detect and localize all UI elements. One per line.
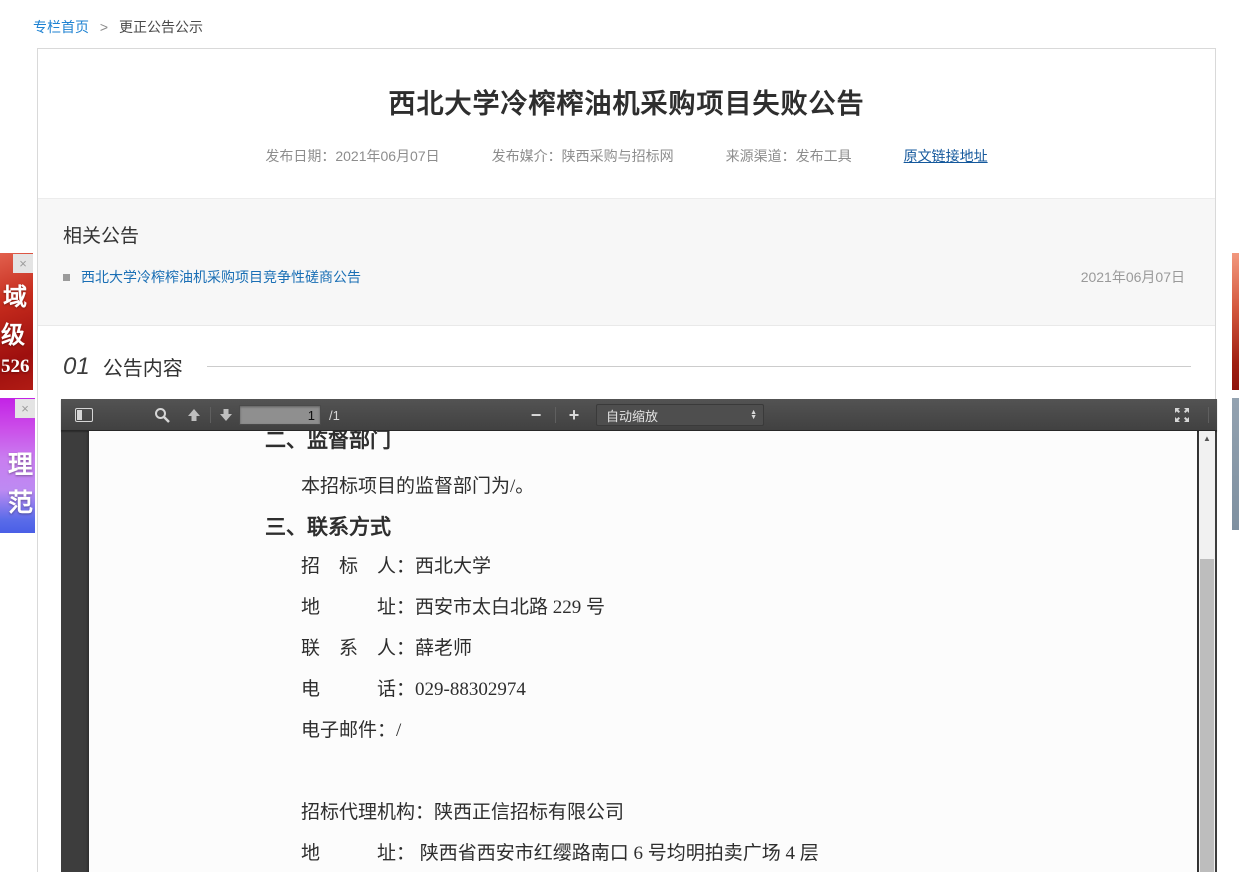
next-page-button[interactable] — [213, 403, 239, 427]
toolbar-separator — [555, 407, 556, 423]
presentation-mode-button[interactable] — [1169, 403, 1195, 427]
related-announcements-section: 相关公告 西北大学冷榨榨油机采购项目竞争性磋商公告 2021年06月07日 — [38, 199, 1215, 326]
pdf-viewer: /1 − + 自动缩放 ▲ ▼ — [61, 399, 1217, 872]
section-title: 公告内容 — [103, 352, 183, 381]
doc-line-bidder: 招 标 人：西北大学 — [301, 551, 491, 578]
meta-publish-medium: 发布媒介：陕西采购与招标网 — [492, 146, 674, 166]
doc-line-email: 电子邮件：/ — [301, 715, 401, 742]
minus-icon: − — [531, 406, 542, 424]
section-number: 01 — [63, 353, 90, 381]
page-title: 西北大学冷榨榨油机采购项目失败公告 — [38, 49, 1215, 121]
scrollbar-thumb[interactable] — [1200, 559, 1214, 872]
ad-text: 理 — [8, 445, 33, 481]
fullscreen-icon — [1174, 407, 1190, 423]
breadcrumb-current: 更正公告公示 — [119, 19, 203, 35]
chevron-up-down-icon: ▲ ▼ — [750, 410, 757, 420]
zoom-select-value: 自动缩放 — [606, 406, 658, 425]
plus-icon: + — [569, 406, 580, 424]
page-count-label: /1 — [329, 408, 340, 423]
content-section-header: 01 公告内容 — [63, 352, 1191, 381]
sidebar-toggle-button[interactable] — [71, 403, 97, 427]
pdf-scrollbar[interactable]: ▲ — [1199, 431, 1215, 872]
doc-heading-contact: 三、联系方式 — [265, 511, 391, 541]
doc-line-contact-person: 联 系 人：薛老师 — [301, 633, 472, 660]
related-list-item: 西北大学冷榨榨油机采购项目竞争性磋商公告 2021年06月07日 — [63, 267, 1185, 287]
page-number-input[interactable] — [239, 405, 321, 425]
ad-banner-right-bottom[interactable] — [1232, 398, 1239, 530]
breadcrumb-separator: > — [100, 19, 108, 35]
ad-banner-right-top[interactable] — [1232, 253, 1239, 390]
search-icon — [154, 407, 170, 423]
search-button[interactable] — [149, 403, 175, 427]
ad-close-button[interactable]: × — [13, 254, 33, 273]
breadcrumb: 专栏首页 > 更正公告公示 — [33, 17, 203, 37]
ad-banner-left-top[interactable]: 域 级 526 — [0, 253, 33, 390]
pdf-page: 二、监督部门 本招标项目的监督部门为/。 三、联系方式 招 标 人：西北大学 地… — [89, 431, 1197, 872]
breadcrumb-home-link[interactable]: 专栏首页 — [33, 19, 89, 35]
meta-source-channel: 来源渠道：发布工具 — [726, 146, 852, 166]
article-meta-row: 发布日期：2021年06月07日 发布媒介：陕西采购与招标网 来源渠道：发布工具… — [38, 146, 1215, 166]
zoom-out-button[interactable]: − — [523, 403, 549, 427]
ad-text: 范 — [8, 483, 33, 519]
ad-text: 526 — [1, 356, 30, 378]
toolbar-separator — [1208, 407, 1209, 423]
zoom-in-button[interactable]: + — [561, 403, 587, 427]
sidebar-toggle-icon — [75, 408, 93, 422]
related-announcement-date: 2021年06月07日 — [1081, 267, 1185, 287]
meta-publish-date: 发布日期：2021年06月07日 — [265, 146, 439, 166]
doc-para-supervision: 本招标项目的监督部门为/。 — [301, 471, 534, 498]
ad-close-button[interactable]: × — [15, 399, 35, 418]
doc-line-agency-address: 地 址： 陕西省西安市红缨路南口 6 号均明拍卖广场 4 层 — [301, 838, 819, 865]
related-heading: 相关公告 — [63, 221, 139, 248]
article-card: 西北大学冷榨榨油机采购项目失败公告 发布日期：2021年06月07日 发布媒介：… — [37, 48, 1216, 872]
scrollbar-up-arrow-icon[interactable]: ▲ — [1199, 431, 1215, 446]
original-link[interactable]: 原文链接地址 — [904, 146, 988, 166]
zoom-select[interactable]: 自动缩放 ▲ ▼ — [596, 404, 764, 426]
doc-heading-supervision: 二、监督部门 — [265, 431, 391, 454]
related-announcement-link[interactable]: 西北大学冷榨榨油机采购项目竞争性磋商公告 — [81, 267, 361, 287]
doc-line-agency: 招标代理机构：陕西正信招标有限公司 — [301, 797, 624, 824]
doc-line-phone: 电 话：029-88302974 — [301, 674, 526, 701]
arrow-down-icon — [219, 408, 233, 422]
ad-text: 域 — [3, 277, 27, 312]
toolbar-separator — [210, 407, 211, 423]
ad-text: 级 — [1, 315, 25, 350]
pdf-body: 二、监督部门 本招标项目的监督部门为/。 三、联系方式 招 标 人：西北大学 地… — [61, 431, 1217, 872]
list-bullet-icon — [63, 274, 70, 281]
previous-page-button[interactable] — [181, 403, 207, 427]
pdf-toolbar: /1 − + 自动缩放 ▲ ▼ — [61, 399, 1217, 431]
arrow-up-icon — [187, 408, 201, 422]
section-divider-line — [207, 366, 1191, 367]
article-header: 西北大学冷榨榨油机采购项目失败公告 发布日期：2021年06月07日 发布媒介：… — [38, 49, 1215, 199]
ad-banner-left-bottom[interactable]: 理 范 — [0, 398, 35, 533]
doc-line-address: 地 址：西安市太白北路 229 号 — [301, 592, 605, 619]
